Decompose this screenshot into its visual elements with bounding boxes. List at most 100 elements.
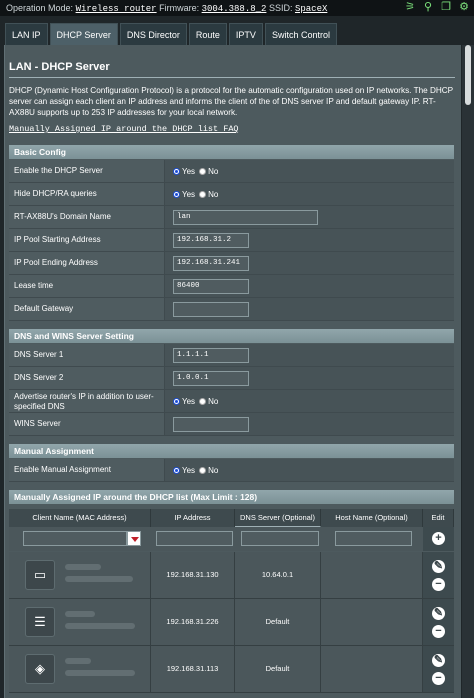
pool-end-label: IP Pool Ending Address <box>9 252 164 274</box>
edit-icon[interactable]: ✎ <box>432 607 445 620</box>
lease-time-input[interactable]: 86400 <box>173 279 249 294</box>
ssid-label: SSID: <box>268 3 293 13</box>
edit-cell: ✎ − <box>423 599 454 645</box>
add-entry-row: + <box>9 527 454 551</box>
host-cell <box>321 552 423 598</box>
hide-dhcp-row: Hide DHCP/RA queries Yes No <box>9 183 454 206</box>
dns2-row: DNS Server 2 1.0.0.1 <box>9 367 454 390</box>
col-client-name: Client Name (MAC Address) <box>9 509 151 527</box>
edit-icon[interactable]: ✎ <box>432 654 445 667</box>
radio-yes-label: Yes <box>182 166 196 176</box>
operation-mode-label: Operation Mode: <box>6 3 74 13</box>
delete-icon[interactable]: − <box>432 672 445 685</box>
radio-no-label: No <box>208 465 219 475</box>
copy-icon[interactable]: ❐ <box>440 1 452 14</box>
pool-start-input[interactable]: 192.168.31.2 <box>173 233 249 248</box>
hide-dhcp-label: Hide DHCP/RA queries <box>9 183 164 205</box>
tab-switch-control[interactable]: Switch Control <box>264 23 337 45</box>
settings-icon[interactable]: ⚙ <box>458 1 470 14</box>
edit-cell: ✎ − <box>423 552 454 598</box>
radio-yes-label: Yes <box>182 396 196 406</box>
enable-manual-yes-radio[interactable] <box>173 466 180 474</box>
tab-dns-director[interactable]: DNS Director <box>119 23 187 45</box>
new-ip-input[interactable] <box>156 531 233 546</box>
manual-list-table-header: Client Name (MAC Address) IP Address DNS… <box>9 509 454 527</box>
client-name-redacted <box>65 658 91 664</box>
radio-no-label: No <box>208 396 219 406</box>
lease-time-label: Lease time <box>9 275 164 297</box>
manual-list-header: Manually Assigned IP around the DHCP lis… <box>9 490 454 504</box>
enable-manual-row: Enable Manual Assignment Yes No <box>9 459 454 482</box>
wins-row: WINS Server <box>9 413 454 436</box>
advertise-yes-radio[interactable] <box>173 397 180 405</box>
domain-name-label: RT-AX88U's Domain Name <box>9 206 164 228</box>
dns1-row: DNS Server 1 1.1.1.1 <box>9 344 454 367</box>
client-name-redacted <box>65 564 101 570</box>
dns1-label: DNS Server 1 <box>9 344 164 366</box>
hide-dhcp-no-radio[interactable] <box>199 190 207 198</box>
dns-wins-header: DNS and WINS Server Setting <box>9 329 454 343</box>
new-dns-input[interactable] <box>241 531 319 546</box>
firmware-link[interactable]: 3004.388.8_2 <box>202 4 267 14</box>
dns-cell: 10.64.0.1 <box>235 552 321 598</box>
domain-name-input[interactable]: lan <box>173 210 318 225</box>
col-ip-address: IP Address <box>151 509 235 527</box>
add-icon[interactable]: + <box>432 532 445 545</box>
client-mac-redacted <box>65 576 133 582</box>
ip-cell: 192.168.31.130 <box>151 552 235 598</box>
pool-end-input[interactable]: 192.168.31.241 <box>173 256 249 271</box>
hide-dhcp-yes-radio[interactable] <box>173 190 180 198</box>
host-cell <box>321 599 423 645</box>
content-panel: LAN - DHCP Server DHCP (Dynamic Host Con… <box>4 45 461 698</box>
usb-icon[interactable]: ⚲ <box>422 1 434 14</box>
new-hostname-input[interactable] <box>335 531 412 546</box>
firmware-label: Firmware: <box>159 3 200 13</box>
enable-dhcp-row: Enable the DHCP Server Yes No <box>9 160 454 183</box>
faq-link[interactable]: Manually Assigned IP around the DHCP lis… <box>9 124 239 134</box>
delete-icon[interactable]: − <box>432 625 445 638</box>
status-bar: Operation Mode: Wireless router Firmware… <box>0 0 474 16</box>
client-mac-input[interactable] <box>23 531 127 546</box>
table-row: ☰ 192.168.31.226 Default ✎ − <box>9 599 454 646</box>
router-icon: ☰ <box>25 607 55 637</box>
radio-no-label: No <box>208 166 219 176</box>
enable-dhcp-yes-radio[interactable] <box>173 167 180 175</box>
default-gateway-input[interactable] <box>173 302 249 317</box>
col-dns-server: DNS Server (Optional) <box>235 509 321 527</box>
edit-icon[interactable]: ✎ <box>432 560 445 573</box>
delete-icon[interactable]: − <box>432 578 445 591</box>
ssid-link[interactable]: SpaceX <box>295 4 327 14</box>
pool-end-row: IP Pool Ending Address 192.168.31.241 <box>9 252 454 275</box>
pool-start-row: IP Pool Starting Address 192.168.31.2 <box>9 229 454 252</box>
wins-input[interactable] <box>173 417 249 432</box>
basic-config-header: Basic Config <box>9 145 454 159</box>
enable-manual-label: Enable Manual Assignment <box>9 459 164 481</box>
dns-cell: Default <box>235 599 321 645</box>
wifi-icon[interactable]: ⚞ <box>404 1 416 14</box>
operation-mode-link[interactable]: Wireless router <box>76 4 157 14</box>
title-divider <box>9 77 455 78</box>
enable-manual-no-radio[interactable] <box>199 466 207 474</box>
client-dropdown-button[interactable] <box>127 531 141 546</box>
enable-dhcp-no-radio[interactable] <box>199 167 207 175</box>
scrollbar-thumb[interactable] <box>465 45 471 105</box>
add-cell: + <box>423 527 454 551</box>
radio-no-label: No <box>208 189 219 199</box>
tab-dhcp-server[interactable]: DHCP Server <box>49 23 118 45</box>
client-name-redacted <box>65 611 95 617</box>
dns1-input[interactable]: 1.1.1.1 <box>173 348 249 363</box>
advertise-no-radio[interactable] <box>199 397 207 405</box>
tab-route[interactable]: Route <box>188 23 227 45</box>
laptop-icon: ▭ <box>25 560 55 590</box>
table-row: ◈ 192.168.31.113 Default ✎ − <box>9 646 454 693</box>
dns2-input[interactable]: 1.0.0.1 <box>173 371 249 386</box>
tab-iptv[interactable]: IPTV <box>228 23 263 45</box>
col-host-name: Host Name (Optional) <box>321 509 423 527</box>
advertise-label: Advertise router's IP in addition to use… <box>9 390 164 412</box>
host-cell <box>321 646 423 692</box>
tab-lan-ip[interactable]: LAN IP <box>5 23 48 45</box>
manual-assignment-header: Manual Assignment <box>9 444 454 458</box>
wins-label: WINS Server <box>9 413 164 435</box>
page-scrollbar[interactable] <box>462 45 474 698</box>
col-edit: Edit <box>423 509 454 527</box>
